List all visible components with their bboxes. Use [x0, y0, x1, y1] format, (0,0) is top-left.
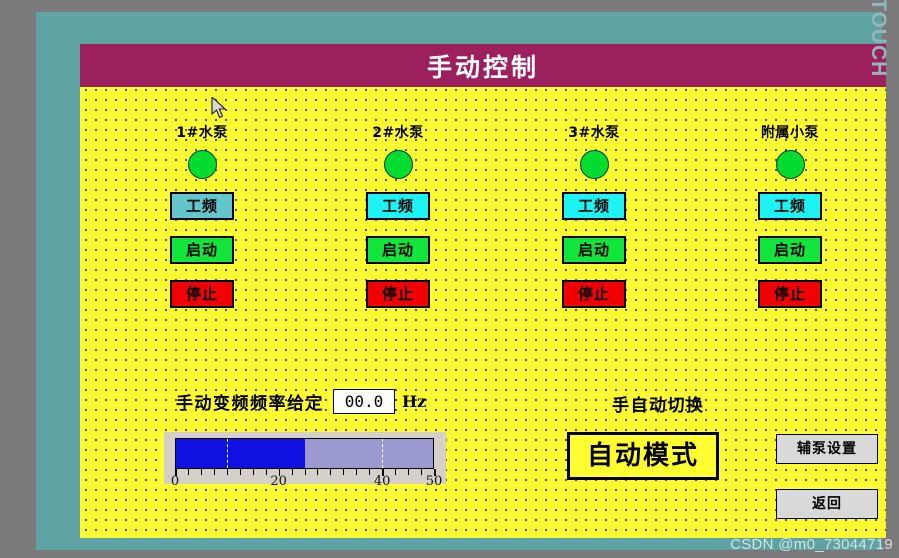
- pump-3-start-button[interactable]: 启动: [562, 236, 626, 264]
- pump-1-stop-button[interactable]: 停止: [170, 280, 234, 308]
- pump-1-start-button[interactable]: 启动: [170, 236, 234, 264]
- gauge-tick-label: 40: [373, 474, 391, 489]
- pump-aux-line-frequency-button[interactable]: 工频: [758, 192, 822, 220]
- pump-1-status-lamp-icon: [187, 150, 217, 179]
- pump-2-stop-button[interactable]: 停止: [366, 280, 430, 308]
- aux-pump-settings-button[interactable]: 辅泵设置: [776, 434, 878, 464]
- gauge-marker: [381, 439, 383, 468]
- gauge-tick-label: 0: [170, 474, 180, 489]
- pump-2-start-button[interactable]: 启动: [366, 236, 430, 264]
- pump-2-status-lamp-icon: [383, 150, 413, 179]
- frequency-setpoint-label: 手动变频频率给定: [176, 394, 324, 414]
- frequency-unit-label: Hz: [402, 392, 427, 411]
- pump-column-aux: 附属小泵 工频 启动 停止: [730, 124, 850, 324]
- pump-1-line-frequency-button[interactable]: 工频: [170, 192, 234, 220]
- frequency-setpoint-row: 手动变频频率给定 Hz: [176, 389, 426, 414]
- pump-3-label: 3#水泵: [568, 125, 620, 141]
- hmi-screen: TOUCH 手动控制 1#水泵 工频 启动 停止 2#水泵 工频 启动 停止 3…: [0, 0, 899, 558]
- pump-2-label: 2#水泵: [372, 125, 424, 141]
- gauge-fill-bar: [176, 439, 305, 468]
- pump-aux-stop-button[interactable]: 停止: [758, 280, 822, 308]
- pump-aux-label: 附属小泵: [761, 125, 819, 141]
- gauge-tick-label: 50: [425, 474, 443, 489]
- gauge-marker: [227, 439, 229, 468]
- pump-aux-status-lamp-icon: [775, 150, 805, 179]
- gauge-tick-label: 20: [270, 474, 287, 489]
- page-title: 手动控制: [80, 44, 886, 87]
- pump-aux-start-button[interactable]: 启动: [758, 236, 822, 264]
- pump-column-3: 3#水泵 工频 启动 停止: [534, 124, 654, 324]
- pump-3-stop-button[interactable]: 停止: [562, 280, 626, 308]
- pump-2-line-frequency-button[interactable]: 工频: [366, 192, 430, 220]
- frequency-setpoint-input[interactable]: [333, 389, 395, 414]
- hmi-bezel: 手动控制 1#水泵 工频 启动 停止 2#水泵 工频 启动 停止 3#水泵 工频…: [36, 12, 886, 550]
- pump-1-label: 1#水泵: [176, 125, 228, 141]
- pump-column-1: 1#水泵 工频 启动 停止: [142, 124, 262, 324]
- pump-3-status-lamp-icon: [579, 150, 609, 179]
- frequency-slider-gauge[interactable]: 0 20 40 50: [164, 432, 446, 489]
- return-button[interactable]: 返回: [776, 489, 878, 519]
- hmi-canvas: 手动控制 1#水泵 工频 启动 停止 2#水泵 工频 启动 停止 3#水泵 工频…: [80, 44, 886, 538]
- gauge-tick-labels: 0 20 40 50: [164, 474, 446, 489]
- auto-mode-button[interactable]: 自动模式: [567, 432, 719, 480]
- pump-3-line-frequency-button[interactable]: 工频: [562, 192, 626, 220]
- gauge-track[interactable]: [175, 438, 434, 469]
- pump-column-2: 2#水泵 工频 启动 停止: [338, 124, 458, 324]
- mode-switch-label: 手自动切换: [612, 396, 705, 416]
